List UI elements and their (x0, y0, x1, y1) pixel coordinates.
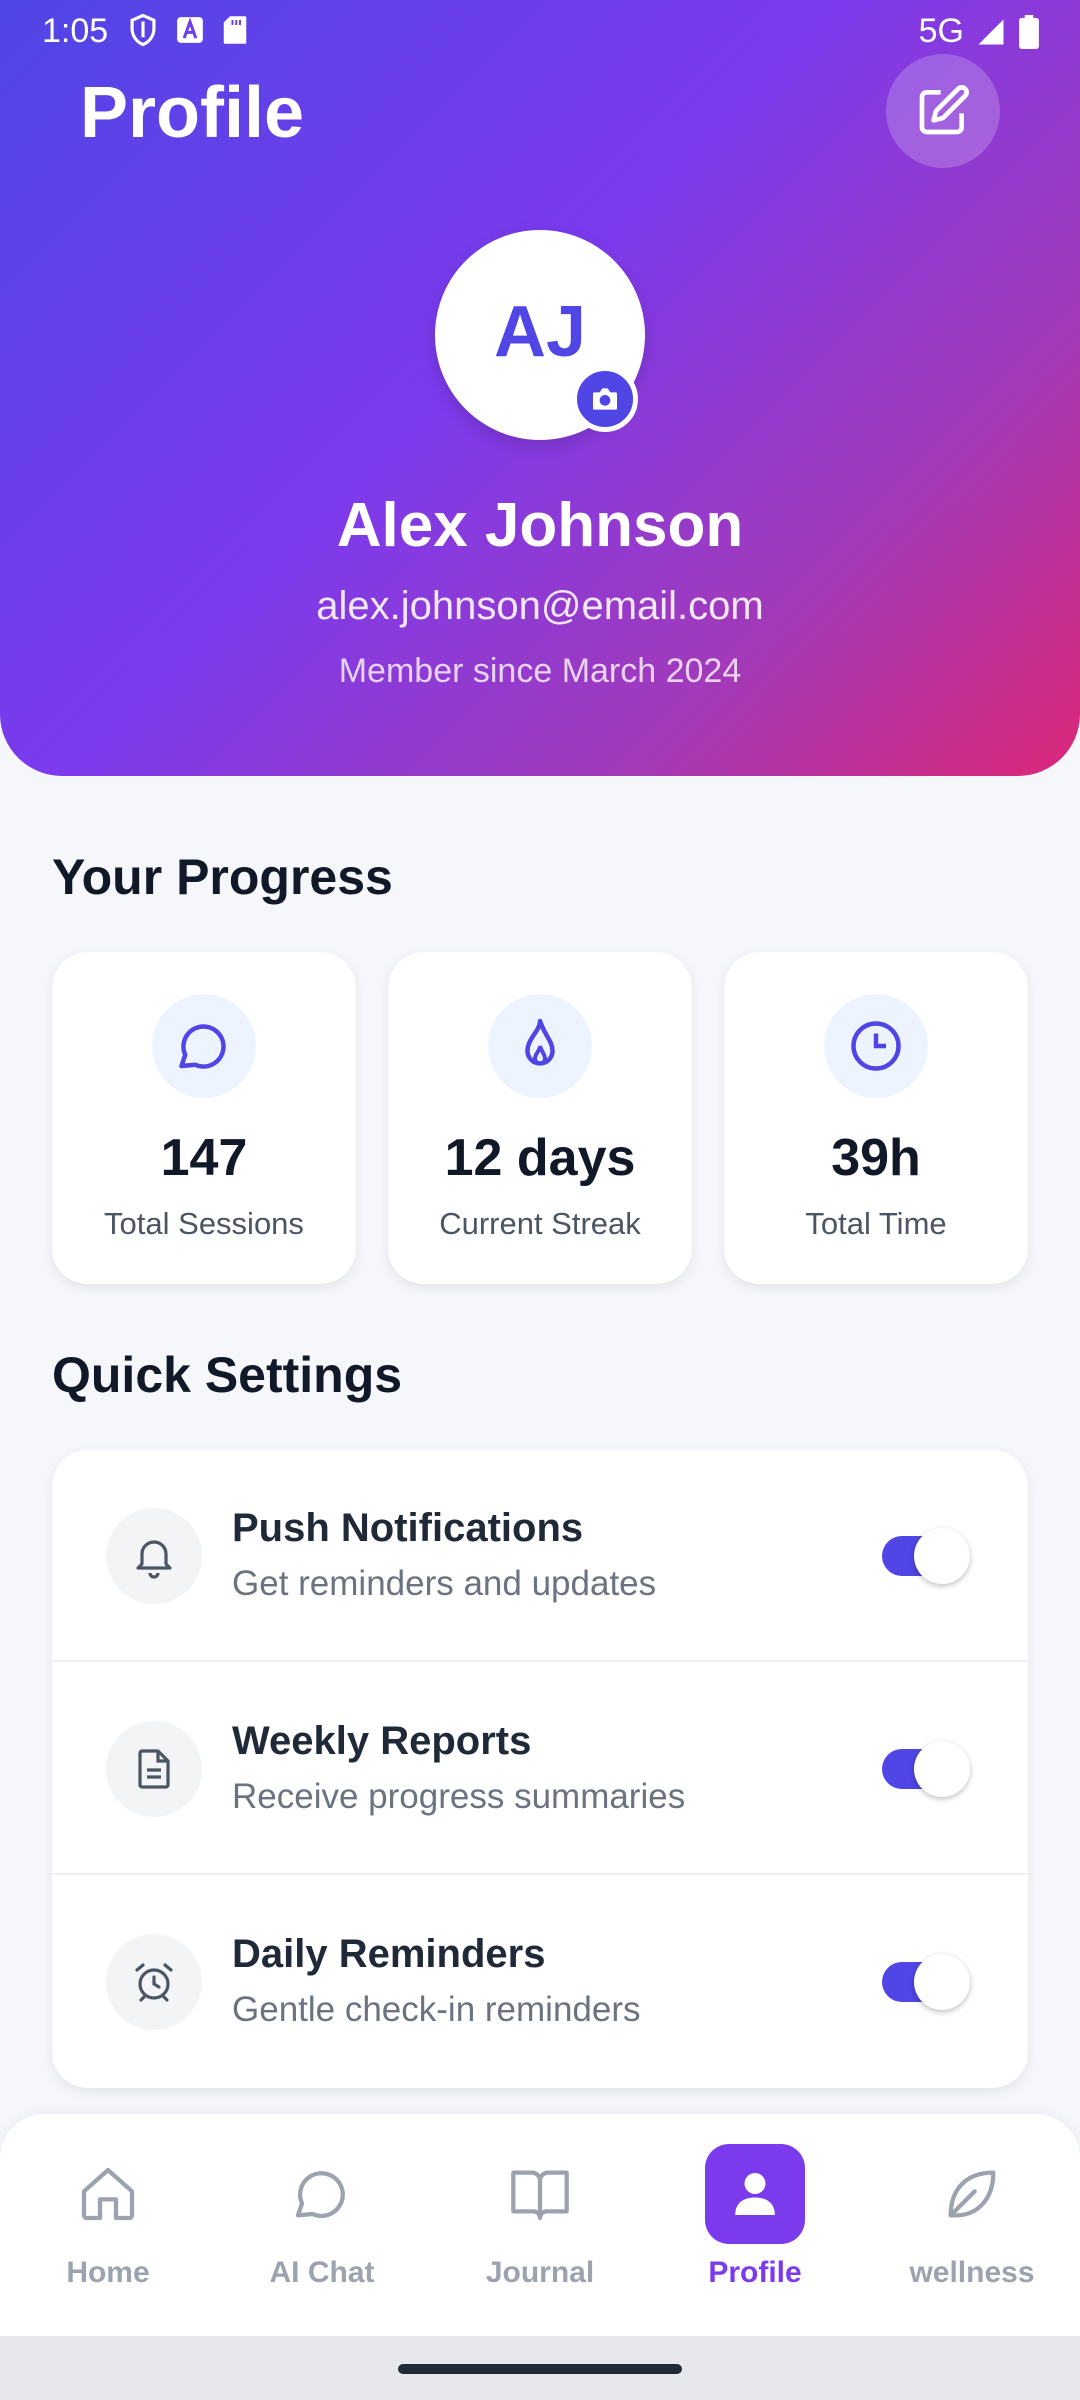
setting-subtitle: Gentle check-in reminders (232, 1990, 641, 2029)
daily-reminders-toggle[interactable] (882, 1954, 970, 2010)
nav-label: AI Chat (269, 2256, 375, 2289)
sd-card-icon (223, 16, 247, 44)
person-icon (735, 2173, 775, 2215)
flame-icon (525, 1018, 555, 1066)
stat-card-time: 39h Total Time (724, 952, 1028, 1284)
nav-label: Home (66, 2256, 150, 2289)
status-time: 1:05 (42, 12, 109, 50)
nav-icon-container (272, 2144, 372, 2244)
battery-icon (1019, 14, 1039, 49)
edit-icon (919, 85, 969, 135)
setting-title: Daily Reminders (232, 1932, 546, 1976)
avatar-initials: AJ (493, 292, 587, 372)
toggle-knob (914, 1528, 970, 1584)
nav-label: Journal (485, 2256, 595, 2289)
progress-section-title: Your Progress (52, 849, 393, 905)
chat-icon (179, 1024, 226, 1069)
status-bar: 1:05 5G (0, 0, 1080, 62)
setting-subtitle: Get reminders and updates (232, 1564, 657, 1603)
leaf-icon (948, 2170, 996, 2218)
status-right: 5G (919, 12, 1040, 51)
change-photo-button[interactable] (572, 366, 638, 432)
setting-icon-container (106, 1934, 202, 2030)
book-icon (511, 2170, 569, 2221)
stat-card-sessions: 147 Total Sessions (52, 952, 356, 1284)
stat-value: 39h (831, 1129, 921, 1187)
nav-icon-container (490, 2144, 590, 2244)
stat-icon-container (824, 994, 928, 1098)
shield-icon (130, 13, 156, 47)
chat-icon (295, 2171, 345, 2218)
status-notification-icons (128, 13, 248, 47)
clock-icon (851, 1021, 901, 1071)
member-since: Member since March 2024 (338, 652, 742, 690)
stat-label: Total Time (805, 1206, 947, 1241)
nav-label: wellness (909, 2256, 1035, 2289)
weekly-reports-toggle[interactable] (882, 1741, 970, 1797)
nav-item-home[interactable]: Home (8, 2144, 208, 2304)
stat-label: Current Streak (439, 1206, 641, 1241)
stat-value: 147 (160, 1129, 248, 1187)
page-title: Profile (80, 73, 305, 153)
nav-item-journal[interactable]: Journal (440, 2144, 640, 2304)
setting-row-push-notifications[interactable]: Push Notifications Get reminders and upd… (52, 1450, 1028, 1662)
setting-row-weekly-reports[interactable]: Weekly Reports Receive progress summarie… (52, 1663, 1028, 1875)
stat-label: Total Sessions (104, 1206, 304, 1241)
user-email: alex.johnson@email.com (316, 584, 764, 628)
font-icon (177, 17, 203, 43)
settings-card: Push Notifications Get reminders and upd… (52, 1450, 1028, 2088)
setting-title: Push Notifications (232, 1506, 584, 1550)
stat-icon-container (152, 994, 256, 1098)
bottom-navigation: Home AI Chat Journal Profile wellness (0, 2114, 1080, 2336)
network-type: 5G (918, 12, 964, 50)
home-icon (81, 2167, 135, 2221)
nav-item-profile[interactable]: Profile (655, 2144, 855, 2304)
home-indicator[interactable] (398, 2364, 682, 2374)
edit-profile-button[interactable] (886, 54, 1000, 168)
setting-title: Weekly Reports (232, 1719, 532, 1763)
user-name: Alex Johnson (336, 491, 744, 560)
stat-value: 12 days (444, 1129, 636, 1187)
nav-item-wellness[interactable]: wellness (872, 2144, 1072, 2304)
bell-icon (136, 1540, 172, 1579)
toggle-knob (914, 1954, 970, 2010)
camera-icon (593, 388, 617, 410)
nav-icon-container (705, 2144, 805, 2244)
setting-icon-container (106, 1721, 202, 1817)
stat-card-streak: 12 days Current Streak (388, 952, 692, 1284)
nav-icon-container (58, 2144, 158, 2244)
signal-icon (978, 19, 1004, 44)
document-icon (138, 1749, 170, 1789)
toggle-knob (914, 1741, 970, 1797)
push-notifications-toggle[interactable] (882, 1528, 970, 1584)
settings-section-title: Quick Settings (52, 1347, 403, 1403)
setting-row-daily-reminders[interactable]: Daily Reminders Gentle check-in reminder… (52, 1876, 1028, 2088)
stat-icon-container (488, 994, 592, 1098)
alarm-icon (135, 1963, 173, 2002)
setting-icon-container (106, 1508, 202, 1604)
setting-subtitle: Receive progress summaries (232, 1777, 686, 1816)
nav-item-ai-chat[interactable]: AI Chat (222, 2144, 422, 2304)
nav-label: Profile (708, 2256, 802, 2289)
nav-icon-container (922, 2144, 1022, 2244)
